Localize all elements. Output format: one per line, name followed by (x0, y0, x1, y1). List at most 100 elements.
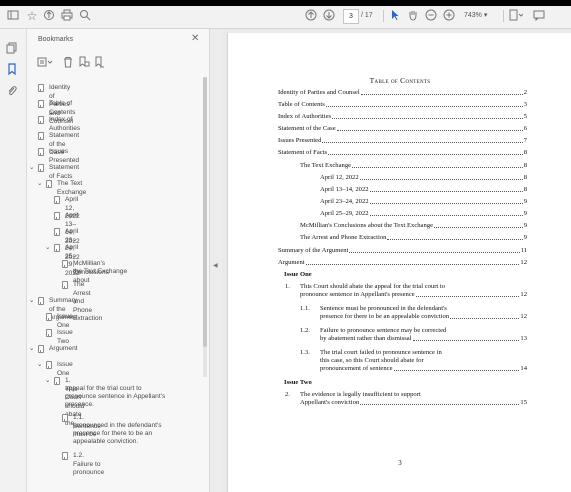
bookmark-icon (38, 345, 44, 353)
bookmark-icon (62, 281, 68, 289)
toolbar-divider (503, 10, 504, 22)
bookmark-icon (38, 84, 44, 92)
bookmark-icon (46, 361, 52, 369)
bookmark-icon (54, 377, 60, 385)
copy-pages-icon[interactable] (6, 41, 20, 55)
bookmark-icon (38, 116, 44, 124)
page-footer-number: 3 (398, 459, 402, 467)
toc-entry[interactable]: Statement of the Case 6 (278, 125, 527, 133)
attachment-icon[interactable] (6, 84, 20, 98)
page-fit-icon[interactable] (509, 9, 523, 23)
toc-entry[interactable]: Statement of Facts 8 (278, 149, 527, 157)
toc-entry[interactable]: April 13–14, 2022 8 (320, 186, 527, 194)
toc-item-line[interactable]: Sentence must be pronounced in the defen… (320, 305, 447, 313)
bookmark-icon (38, 164, 44, 172)
toc-entry[interactable]: The Arrest and Phone Extraction 9 (300, 234, 527, 242)
search-icon[interactable] (79, 9, 93, 23)
panel-splitter[interactable]: ◀ (209, 29, 224, 492)
bookmark-icon (62, 452, 68, 460)
comment-icon[interactable] (533, 9, 547, 23)
toc-entry[interactable]: The Text Exchange 8 (300, 162, 527, 170)
bookmark-scrollbar-thumb[interactable] (203, 77, 207, 347)
bookmark-icon (54, 244, 60, 252)
bookmark-icon (38, 148, 44, 156)
toc-entry[interactable]: April 12, 2022 8 (320, 174, 527, 182)
toc-entry[interactable]: pronouncement of sentence 14 (320, 365, 527, 373)
delete-icon[interactable] (62, 55, 74, 73)
bookmark-item-continued: presence. (65, 401, 94, 408)
zoom-in-icon[interactable] (443, 9, 457, 23)
pdf-page: Table of Contents Identity of Parties an… (227, 33, 571, 492)
toc-entry[interactable]: April 23–24, 2022 9 (320, 198, 527, 206)
collapse-panel-icon[interactable]: ◀ (213, 262, 218, 269)
new-bookmark-icon[interactable] (78, 55, 90, 73)
toc-item-line[interactable]: This Court should abate the appeal for t… (300, 283, 445, 291)
next-page-icon[interactable] (323, 9, 337, 23)
toc-entry[interactable]: McMillian's Conclusions about the Text E… (300, 222, 527, 230)
bookmark-icon (38, 132, 44, 140)
bookmark-panel-icon[interactable] (6, 62, 20, 76)
bookmark-search-icon[interactable] (94, 55, 106, 73)
toc-entry[interactable]: Table of Contents 3 (278, 101, 527, 109)
toc-item-line[interactable]: this case, so this Court should abate fo… (320, 357, 424, 365)
toc-entry[interactable]: Issues Presented 7 (278, 137, 527, 145)
toc-item-line[interactable]: Failure to pronounce sentence may be cor… (320, 327, 446, 335)
options-menu-icon[interactable] (37, 55, 53, 73)
star-icon[interactable]: ☆ (25, 9, 39, 23)
issue-heading: Issue Two (284, 379, 312, 386)
toolbar: ☆ 3 / 17 743% ▾ (0, 6, 571, 29)
document-viewer[interactable]: Table of Contents Identity of Parties an… (223, 29, 571, 492)
bookmark-icon (54, 228, 60, 236)
bookmark-item-continued: appealable conviction. (73, 438, 139, 445)
chevron-down-icon[interactable]: ⌄ (37, 180, 43, 189)
chevron-down-icon[interactable]: ⌄ (29, 297, 35, 306)
chevron-down-icon[interactable]: ⌄ (45, 244, 51, 253)
toc-item-number: 2. (285, 391, 290, 398)
chevron-down-icon[interactable]: ⌄ (29, 164, 35, 173)
bookmark-icon (46, 329, 52, 337)
sidebar-toggle-icon[interactable] (7, 9, 21, 23)
bookmark-icon (54, 212, 60, 220)
toc-item-number: 1.2. (300, 327, 310, 334)
bookmark-icon (46, 313, 52, 321)
toc-entry[interactable]: by abatement rather than dismissal 13 (320, 335, 527, 343)
chevron-down-icon[interactable]: ⌄ (37, 361, 43, 370)
left-navigation-rail (0, 29, 27, 492)
issue-heading: Issue One (284, 271, 312, 278)
toc-item-line[interactable]: The trial court failed to pronounce sent… (320, 349, 442, 357)
page-total: / 17 (361, 12, 373, 19)
hand-tool-icon[interactable] (407, 9, 421, 23)
toc-entry[interactable]: April 25–29, 2022 9 (320, 210, 527, 218)
panel-title: Bookmarks (38, 36, 74, 43)
toolbar-divider (383, 10, 384, 22)
zoom-level-select[interactable]: 743% ▾ (464, 9, 498, 22)
toc-item-number: 1.1. (300, 305, 310, 312)
chevron-down-icon[interactable]: ⌄ (45, 377, 51, 386)
toc-entry[interactable]: Identity of Parties and Counsel 2 (278, 89, 527, 97)
bookmark-icon (54, 196, 60, 204)
toc-entry[interactable]: Argument 12 (278, 259, 527, 267)
bookmark-icon (46, 180, 52, 188)
select-cursor-icon[interactable] (389, 9, 403, 23)
bookmark-icon (62, 414, 68, 422)
upload-icon[interactable] (43, 9, 57, 23)
toc-item-number: 1.3. (300, 349, 310, 356)
chevron-down-icon[interactable]: ⌄ (29, 345, 35, 354)
page-title: Table of Contents (369, 76, 431, 85)
close-icon[interactable]: ✕ (191, 33, 199, 44)
zoom-out-icon[interactable] (425, 9, 439, 23)
bookmark-item-continued: the Text Exchange (73, 268, 128, 275)
print-icon[interactable] (61, 9, 75, 23)
toc-entry[interactable]: presence for there to be an appealable c… (320, 313, 527, 321)
previous-page-icon[interactable] (305, 9, 319, 23)
bookmarks-panel: Bookmarks ✕ Identity of Parties and Coun… (27, 29, 209, 492)
toc-entry[interactable]: Summary of the Argument 11 (278, 247, 527, 255)
bookmark-icon (38, 100, 44, 108)
toc-item-number: 1. (285, 283, 290, 290)
toc-entry[interactable]: Index of Authorities 5 (278, 113, 527, 121)
toc-item-line[interactable]: The evidence is legally insufficient to … (300, 391, 421, 399)
page-number-input[interactable]: 3 (343, 9, 359, 24)
toc-entry[interactable]: Appellant's conviction 15 (300, 399, 527, 407)
toc-entry[interactable]: pronounce sentence in Appellant's presen… (300, 291, 527, 299)
bookmark-icon (38, 297, 44, 305)
